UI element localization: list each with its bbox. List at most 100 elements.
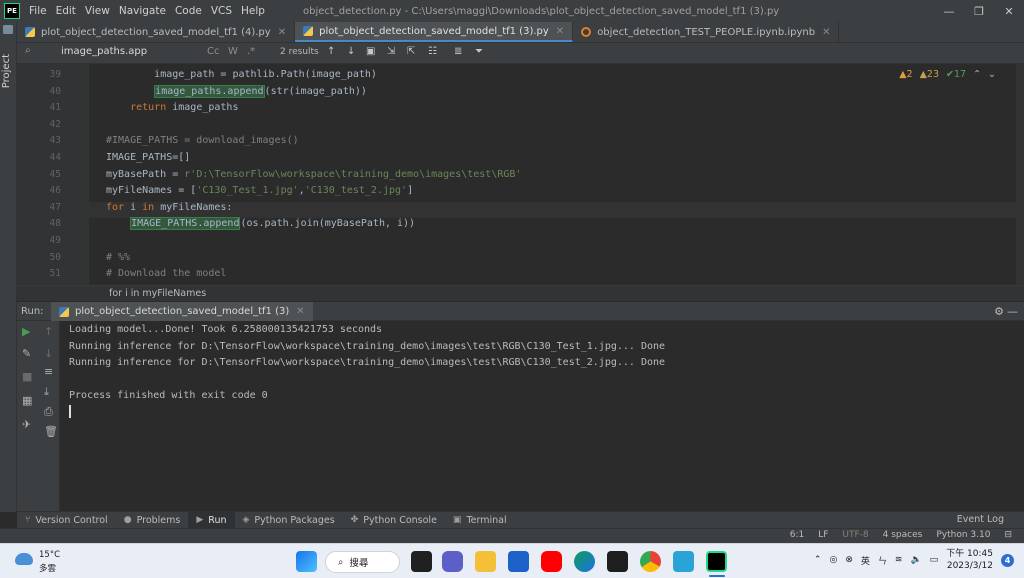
match-case-button[interactable]: Cc <box>207 46 219 57</box>
ime-indicator[interactable]: 英 <box>861 554 870 567</box>
close-icon[interactable]: ✕ <box>556 26 564 37</box>
code-line[interactable]: for i in myFileNames: <box>106 202 232 213</box>
python-interpreter[interactable]: Python 3.10 <box>936 530 990 540</box>
run-console-output[interactable]: Loading model...Done! Took 6.25800013542… <box>60 321 1024 511</box>
start-button[interactable] <box>296 551 317 572</box>
code-editor[interactable]: 39 40 41 42 43 44 45 46 47 48 49 50 51 image_path = … <box>17 64 1024 285</box>
select-all-occurrences-icon[interactable]: ▣ <box>366 46 375 57</box>
tray-app-icon[interactable]: ◎ <box>829 555 837 565</box>
hide-panel-icon[interactable]: — <box>1007 305 1018 318</box>
tab-plot-object-detection-4[interactable]: plot_object_detection_saved_model_tf1 (4… <box>17 22 296 42</box>
previous-occurrence-icon[interactable]: ↑ <box>327 46 335 57</box>
scroll-down-icon[interactable]: ↓ <box>44 347 53 360</box>
terminal-app-icon[interactable] <box>607 551 628 572</box>
toolwindow-terminal[interactable]: ▣ Terminal <box>445 512 515 529</box>
scroll-to-end-icon[interactable]: ⤓ <box>44 385 49 399</box>
code-line[interactable]: return image_paths <box>106 102 238 113</box>
add-occurrence-icon[interactable]: ⇲ <box>387 46 395 57</box>
close-icon[interactable]: ✕ <box>278 27 286 38</box>
stop-icon[interactable]: ■ <box>22 370 32 383</box>
notepad-icon[interactable] <box>673 551 694 572</box>
tray-network-app-icon[interactable]: ⊗ <box>845 555 853 565</box>
menu-vcs[interactable]: VCS <box>211 5 232 17</box>
code-line[interactable]: myFileNames = ['C130_Test_1.jpg','C130_t… <box>106 185 413 196</box>
lock-icon[interactable]: ⊟ <box>1004 530 1012 540</box>
code-line[interactable]: #IMAGE_PATHS = download_images() <box>106 135 299 146</box>
typo-count[interactable]: ✔17 <box>946 69 966 80</box>
chevron-down-icon[interactable]: ⌄ <box>988 69 996 80</box>
code-line[interactable]: IMAGE_PATHS=[] <box>106 152 190 163</box>
file-explorer-icon[interactable] <box>475 551 496 572</box>
breadcrumb-item[interactable]: for i in myFileNames <box>109 288 206 299</box>
close-icon[interactable]: ✕ <box>296 306 304 317</box>
pycharm-taskbar-icon[interactable] <box>706 551 727 572</box>
code-line[interactable]: myBasePath = r'D:\TensorFlow\workspace\t… <box>106 169 521 180</box>
menu-edit[interactable]: Edit <box>56 5 76 17</box>
chevron-up-icon[interactable]: ⌃ <box>973 69 981 80</box>
show-hidden-icons-icon[interactable]: ⌃ <box>814 555 822 565</box>
maximize-button[interactable]: ❐ <box>964 5 994 18</box>
chrome-icon[interactable] <box>640 551 661 572</box>
toolwindow-problems[interactable]: ● Problems <box>116 512 189 529</box>
indent-setting[interactable]: 4 spaces <box>883 530 923 540</box>
pin-icon[interactable]: ✈ <box>22 418 31 431</box>
weather-temperature[interactable]: 15°C <box>39 550 60 560</box>
search-icon[interactable]: ⌕ <box>25 45 31 56</box>
store-icon[interactable] <box>508 551 529 572</box>
regex-button[interactable]: .* <box>247 46 255 57</box>
next-occurrence-icon[interactable]: ↓ <box>347 46 355 57</box>
menu-file[interactable]: File <box>29 5 47 17</box>
tab-plot-object-detection-3[interactable]: plot_object_detection_saved_model_tf1 (3… <box>295 22 574 42</box>
wrench-icon[interactable]: ✎ <box>22 347 31 360</box>
filter-icon[interactable]: ⏷ <box>475 46 483 57</box>
toggle-selection-icon[interactable]: ☷ <box>428 46 437 57</box>
settings-gear-icon[interactable]: ⚙ <box>994 305 1004 318</box>
volume-icon[interactable]: 🔈 <box>910 555 921 565</box>
caret-position[interactable]: 6:1 <box>790 530 804 540</box>
inspection-widget[interactable]: ▲2 ▲23 ✔17 ⌃ ⌄ <box>899 69 996 80</box>
minimize-button[interactable]: — <box>934 5 964 18</box>
rerun-icon[interactable]: ▶ <box>22 325 30 338</box>
ime-mode-icon[interactable]: ㄣ <box>878 554 887 567</box>
toolwindow-python-packages[interactable]: ◈ Python Packages <box>235 512 343 529</box>
project-tool-button[interactable]: Project <box>1 54 12 88</box>
cloud-icon[interactable] <box>15 553 33 565</box>
editor-scrollbar[interactable] <box>1016 64 1024 285</box>
code-line[interactable]: # %% <box>106 252 130 263</box>
line-separator[interactable]: LF <box>818 530 828 540</box>
weak-warning-count[interactable]: ▲23 <box>920 69 939 80</box>
notification-badge[interactable]: 4 <box>1001 553 1014 567</box>
open-in-window-icon[interactable]: ≣ <box>454 46 462 57</box>
code-line[interactable]: # Download the model <box>106 268 226 279</box>
menu-navigate[interactable]: Navigate <box>119 5 166 17</box>
print-icon[interactable]: ⎙ <box>44 405 53 419</box>
task-view-button[interactable] <box>411 551 432 572</box>
menu-code[interactable]: Code <box>175 5 202 17</box>
whole-word-button[interactable]: W <box>228 46 238 57</box>
scroll-up-icon[interactable]: ↑ <box>44 325 53 338</box>
code-line[interactable]: image_paths.append(str(image_path)) <box>106 84 367 98</box>
tab-object-detection-notebook[interactable]: object_detection_TEST_PEOPLE.ipynb.ipynb… <box>573 22 840 42</box>
close-icon[interactable]: ✕ <box>822 27 830 38</box>
clock[interactable]: 下午 10:45 2023/3/12 <box>946 548 993 572</box>
trash-icon[interactable]: 🗑 <box>44 425 58 438</box>
file-encoding[interactable]: UTF-8 <box>842 530 868 540</box>
close-window-button[interactable]: ✕ <box>994 5 1024 18</box>
menu-view[interactable]: View <box>85 5 110 17</box>
edge-browser-icon[interactable] <box>574 551 595 572</box>
folder-icon[interactable] <box>3 25 13 34</box>
soft-wrap-icon[interactable]: ≡ <box>44 365 53 378</box>
event-log-button[interactable]: Event Log <box>957 514 1004 525</box>
wifi-icon[interactable]: ≋ <box>895 555 903 565</box>
taskbar-search[interactable]: ⌕ 搜尋 <box>325 551 400 573</box>
code-line[interactable]: image_path = pathlib.Path(image_path) <box>106 69 377 80</box>
warning-count[interactable]: ▲2 <box>899 69 912 80</box>
pycharm-logo[interactable]: PE <box>4 3 20 19</box>
weather-description[interactable]: 多雲 <box>39 562 56 574</box>
toolwindow-run[interactable]: ▶ Run <box>188 511 235 529</box>
menu-help[interactable]: Help <box>241 5 265 17</box>
toolwindow-version-control[interactable]: ⑂ Version Control <box>17 512 116 529</box>
layout-icon[interactable]: ▦ <box>22 394 32 407</box>
code-line[interactable]: IMAGE_PATHS.append(os.path.join(myBasePa… <box>106 217 415 231</box>
battery-icon[interactable]: ▭ <box>930 555 939 565</box>
